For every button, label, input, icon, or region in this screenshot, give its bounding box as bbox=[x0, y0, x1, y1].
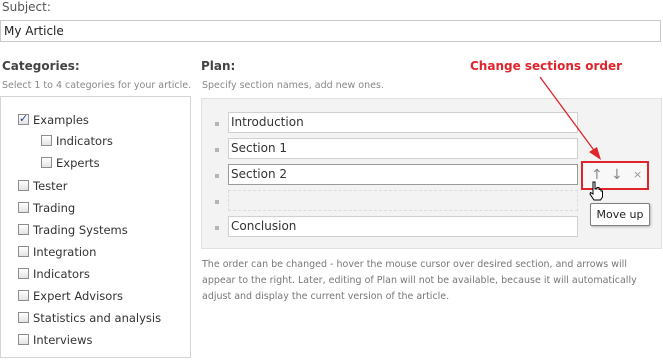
move-up-tooltip: Move up bbox=[590, 203, 650, 226]
annotation-arrow bbox=[539, 76, 601, 160]
hand-pointer-icon bbox=[589, 181, 603, 201]
